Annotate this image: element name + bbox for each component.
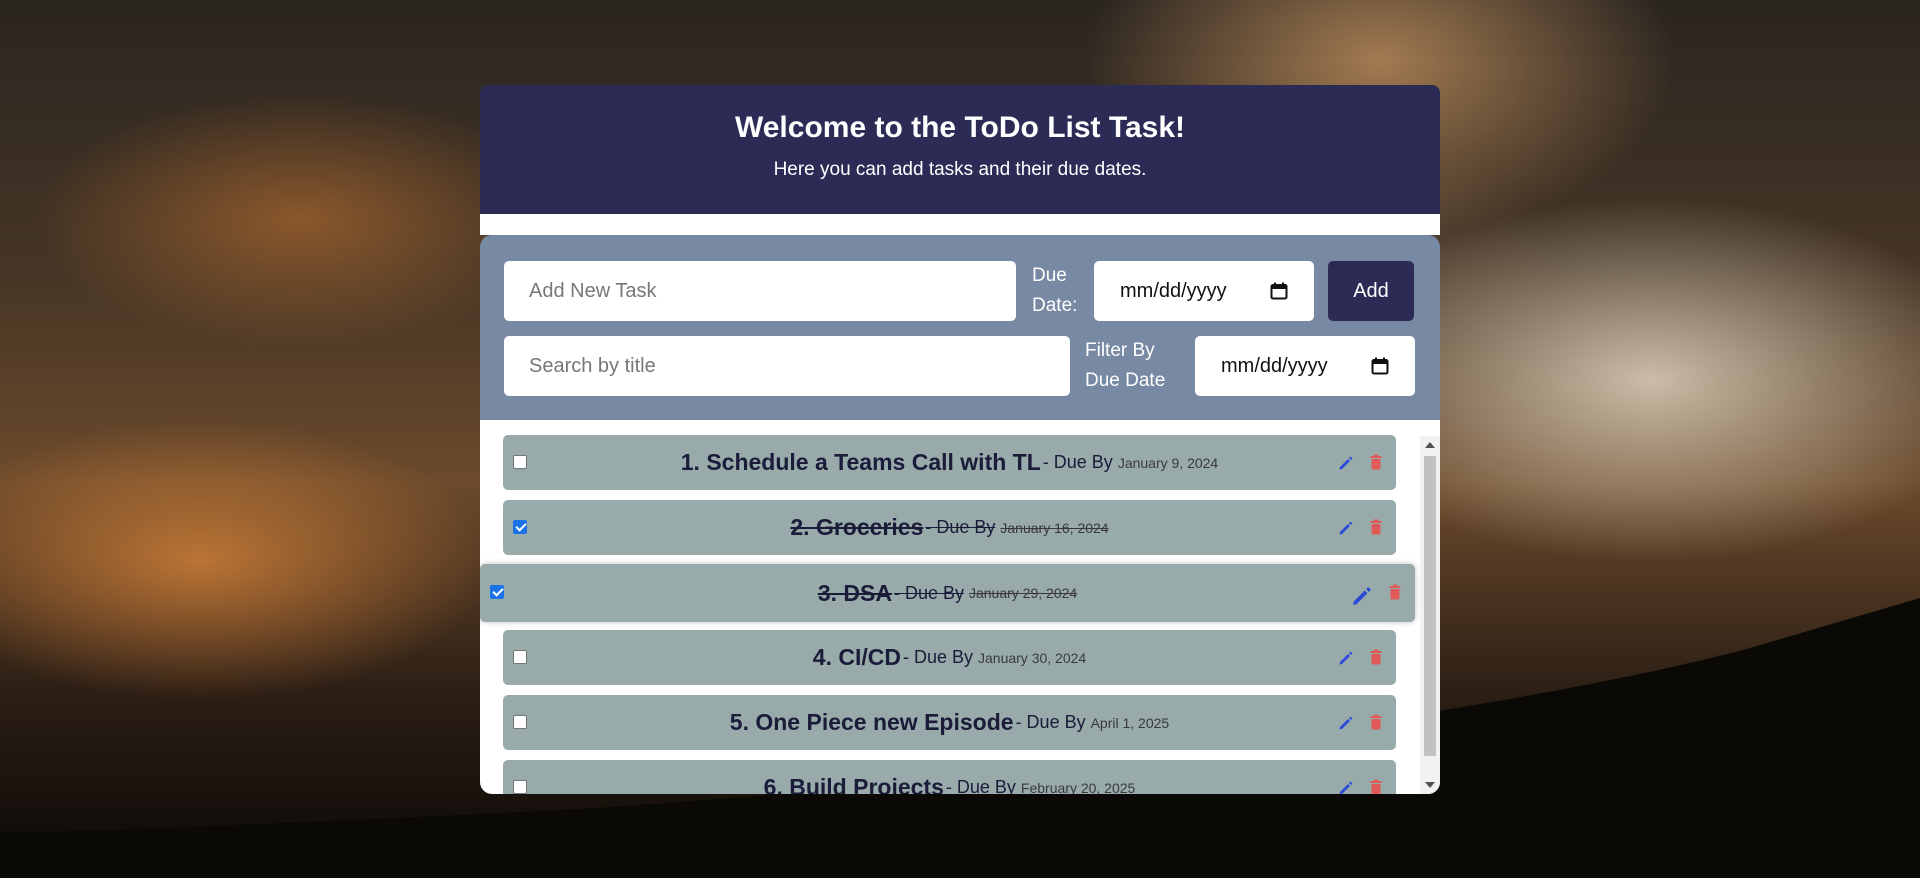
task-due-date: January 30, 2024 [978,649,1087,666]
task-due-prefix: - Due By [1042,452,1113,472]
pencil-icon[interactable] [1338,520,1354,536]
task-title: 6. Build Projects [763,774,944,794]
filter-due-date-label: Filter By Due Date [1085,336,1165,396]
task-row[interactable]: 4. CI/CD - Due By January 30, 2024 [503,630,1396,685]
due-date-value: mm/dd/yyyy [1120,279,1227,302]
filter-label-line2: Due Date [1085,370,1166,391]
task-due-prefix: - Due By [902,647,973,667]
task-title: 5. One Piece new Episode [729,709,1014,735]
due-label-line1: Due [1032,265,1067,286]
page-title: Welcome to the ToDo List Task! [734,111,1186,144]
task-row[interactable]: 1. Schedule a Teams Call with TL - Due By… [503,435,1396,490]
app-header: Welcome to the ToDo List Task! Here you … [480,85,1440,215]
list-scrollbar[interactable] [1420,436,1440,794]
scroll-up-arrow-icon[interactable] [1425,442,1435,448]
task-due-prefix: - Due By [925,517,996,537]
task-due-prefix: - Due By [945,777,1016,794]
filter-label-line1: Filter By [1085,340,1155,361]
pencil-icon[interactable] [1338,780,1354,795]
task-checkbox[interactable] [513,519,527,534]
task-due-date: January 9, 2024 [1117,454,1219,471]
add-task-button[interactable]: Add [1328,261,1414,321]
task-title: 1. Schedule a Teams Call with TL [680,449,1041,475]
header-spacer [480,215,1440,235]
trash-icon[interactable] [1370,779,1382,795]
task-row[interactable]: 6. Build Projects - Due By February 20, 20… [503,760,1396,794]
task-checkbox[interactable] [513,649,527,664]
task-due-date: February 20, 2025 [1020,779,1136,795]
scroll-down-arrow-icon[interactable] [1425,782,1435,788]
task-due-prefix: - Due By [893,582,964,603]
filter-date-input[interactable]: mm/dd/yyyy [1195,336,1415,396]
task-checkbox[interactable] [490,585,504,599]
task-row[interactable]: 2. Groceries - Due By January 16, 2024 [503,500,1396,555]
filter-date-value: mm/dd/yyyy [1221,354,1328,377]
pencil-icon[interactable] [1351,585,1373,607]
due-label-line2: Date: [1032,295,1078,316]
task-row[interactable]: 5. One Piece new Episode - Due By April 1,… [503,695,1396,750]
scroll-thumb[interactable] [1424,456,1436,756]
task-list[interactable]: 1. Schedule a Teams Call with TL - Due By… [480,420,1440,794]
task-due-date: January 16, 2024 [1000,519,1109,536]
task-row[interactable]: 3. DSA - Due By January 29, 2024 [480,564,1415,622]
pencil-icon[interactable] [1338,455,1354,471]
page-subtitle: Here you can add tasks and their due dat… [773,159,1147,180]
task-checkbox[interactable] [513,454,527,469]
task-title: 2. Groceries [790,514,924,540]
trash-icon[interactable] [1370,454,1382,470]
task-due-prefix: - Due By [1015,712,1086,732]
new-task-input[interactable]: Add New Task [504,261,1016,321]
trash-icon[interactable] [1389,584,1401,600]
calendar-icon[interactable] [1371,357,1389,375]
search-input[interactable]: Search by title [504,336,1070,396]
pencil-icon[interactable] [1338,650,1354,666]
task-due-date: January 29, 2024 [968,585,1078,601]
calendar-icon[interactable] [1270,282,1288,300]
trash-icon[interactable] [1370,649,1382,665]
task-due-date: April 1, 2025 [1090,714,1170,731]
task-form: Add New Task Due Date: mm/dd/yyyy Add Se… [480,235,1440,420]
trash-icon[interactable] [1370,519,1382,535]
due-date-label: Due Date: [1032,261,1077,321]
trash-icon[interactable] [1370,714,1382,730]
task-checkbox[interactable] [513,779,527,794]
pencil-icon[interactable] [1338,715,1354,731]
task-checkbox[interactable] [513,714,527,729]
task-title: 3. DSA [817,579,892,606]
task-title: 4. CI/CD [812,644,901,670]
due-date-input[interactable]: mm/dd/yyyy [1094,261,1314,321]
